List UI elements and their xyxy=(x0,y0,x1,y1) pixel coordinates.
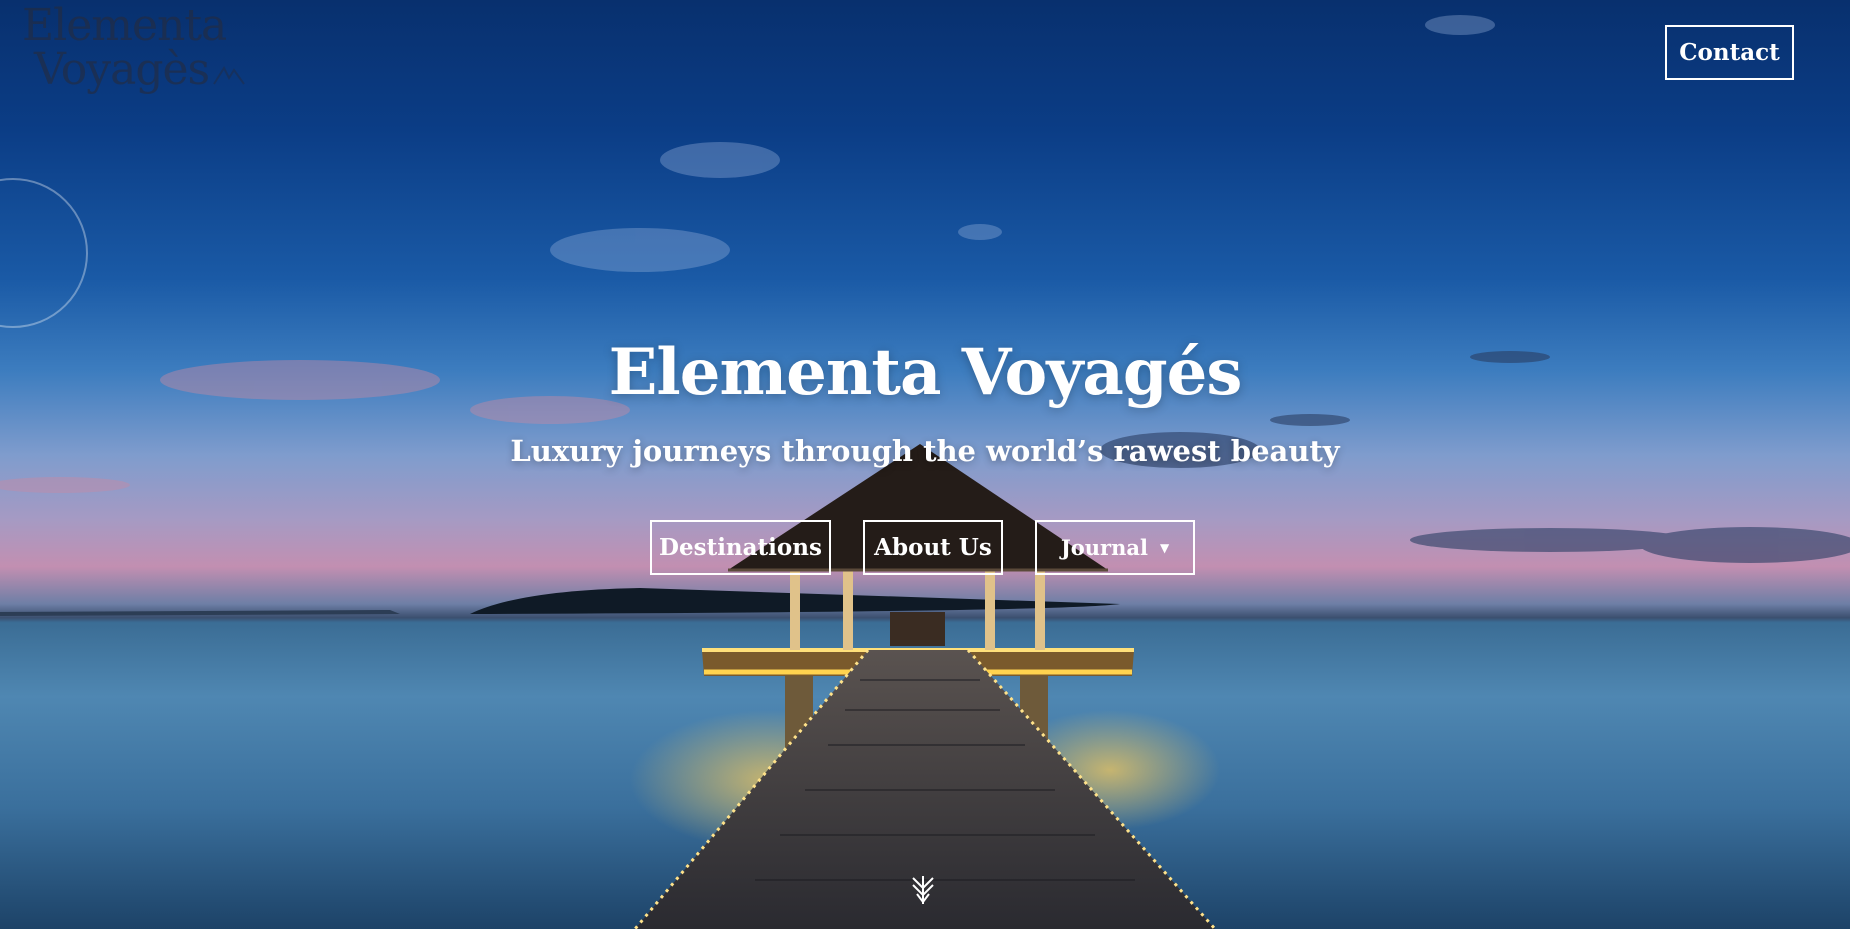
caret-down-icon: ▼ xyxy=(1159,540,1170,555)
chevron-down-icon[interactable] xyxy=(910,874,936,906)
hero-title: Elementa Voyagés xyxy=(608,335,1243,410)
journal-dropdown-button[interactable]: Journal ▼ xyxy=(1035,520,1195,575)
destinations-button[interactable]: Destinations xyxy=(650,520,831,575)
logo-mark-icon xyxy=(213,65,245,85)
journal-label: Journal xyxy=(1060,535,1148,560)
hero-tagline: Luxury journeys through the world’s rawe… xyxy=(510,434,1340,468)
logo-text-line2: Voyagès xyxy=(34,44,210,95)
logo-text-line1: Elementa xyxy=(22,0,227,51)
contact-button[interactable]: Contact xyxy=(1665,25,1794,80)
site-logo[interactable]: Elementa Voyagès xyxy=(22,4,252,94)
about-us-button[interactable]: About Us xyxy=(863,520,1003,575)
